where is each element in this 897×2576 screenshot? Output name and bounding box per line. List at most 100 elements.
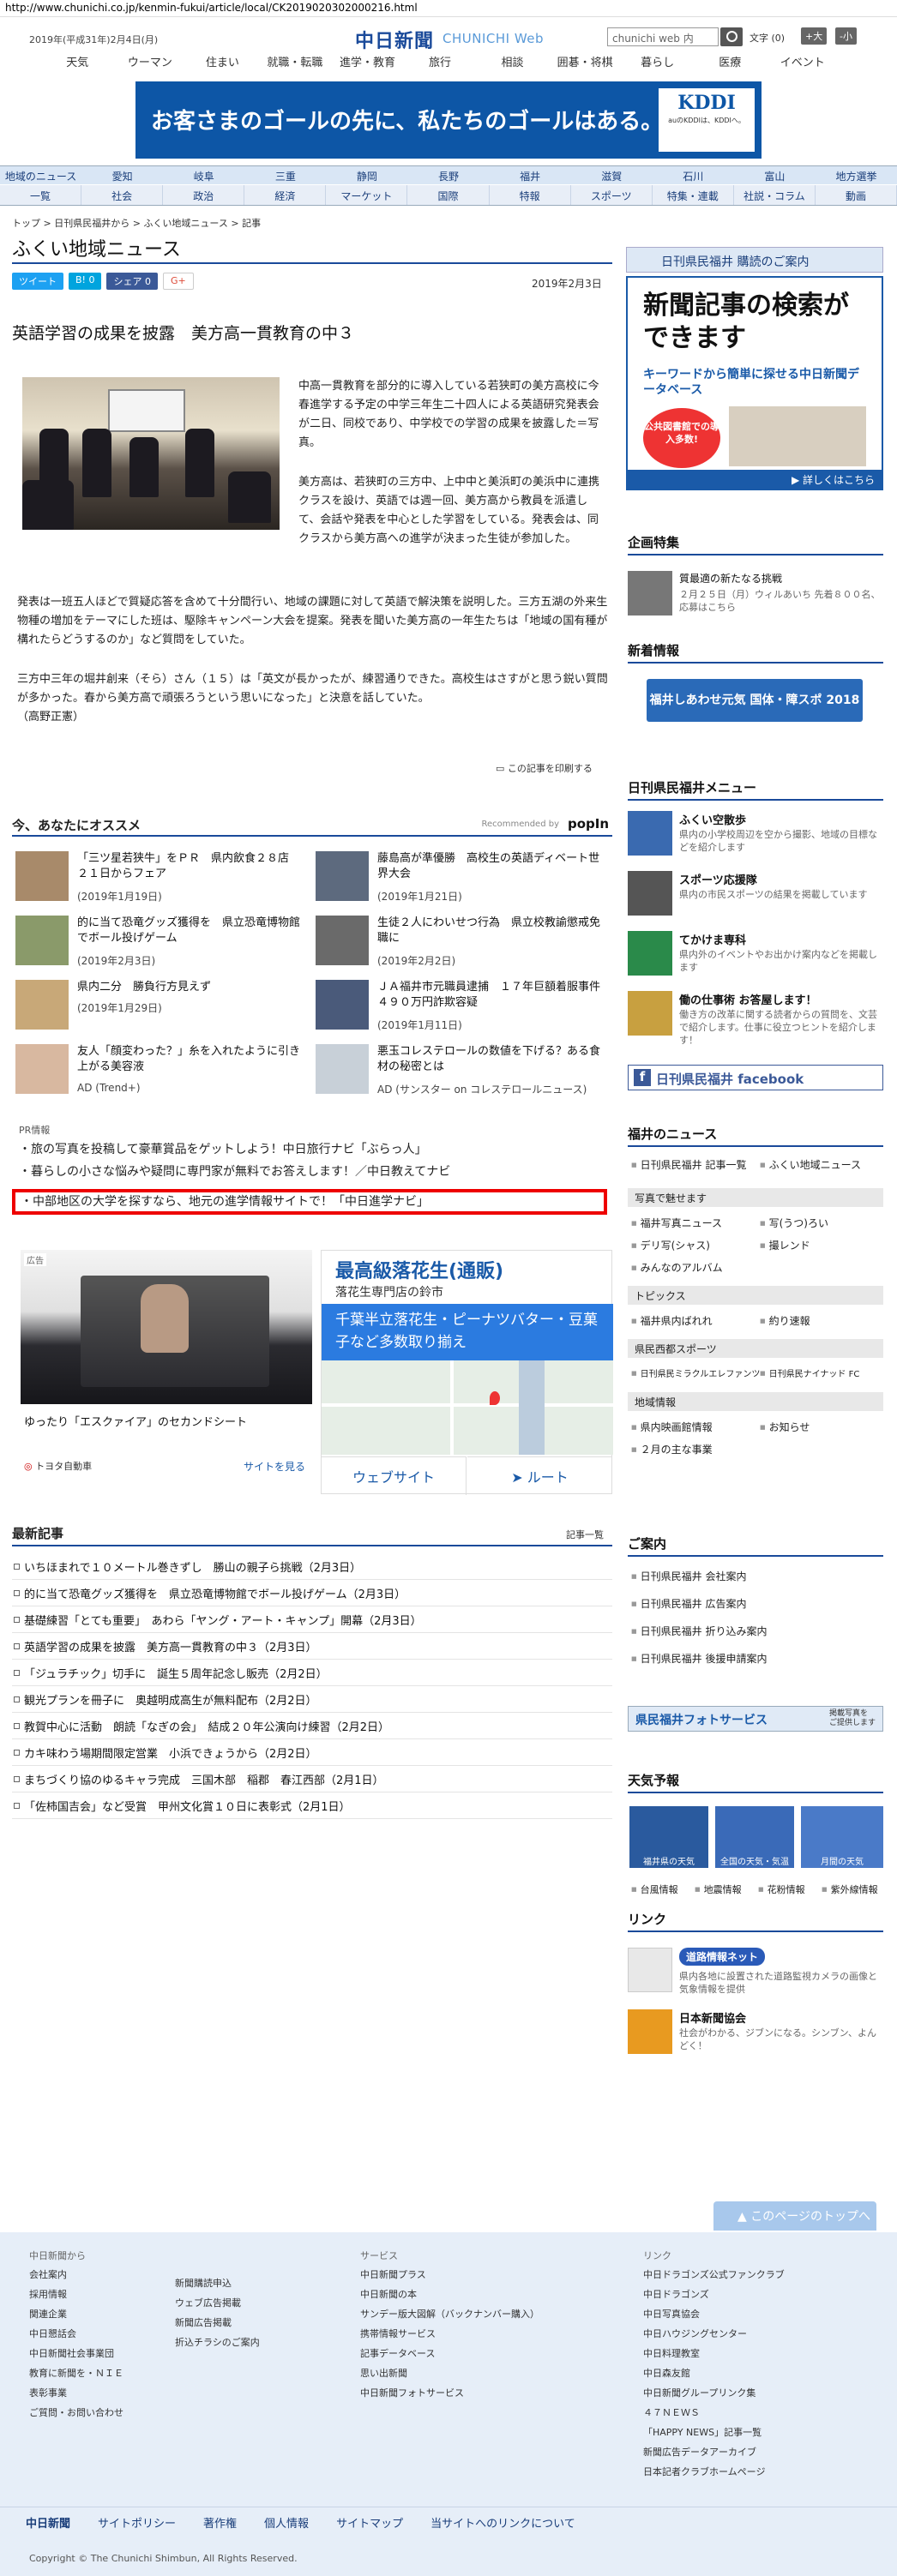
recommend-item[interactable]: 藤島高が準優勝 高校生の英語ディベート世界大会 (2019年1月21日): [316, 851, 616, 903]
footer-link[interactable]: 中日新聞グループリンク集: [643, 2383, 785, 2403]
footer-link[interactable]: 中日ドラゴンズ: [643, 2285, 785, 2304]
recommend-item[interactable]: 友人「顔変わった？」糸を入れたように引き上がる美容液 AD (Trend+): [15, 1044, 316, 1096]
category-item[interactable]: 特集・連載: [653, 185, 734, 205]
footer-logo[interactable]: 中日新聞: [26, 2514, 70, 2531]
guide-link[interactable]: 日刊県民福井 広告案内: [631, 1596, 747, 1611]
latest-item[interactable]: 「ジュラチック」切手に 誕生５周年記念し販売（2月2日）: [12, 1660, 612, 1686]
subscribe-banner[interactable]: 日刊県民福井 購読のご案内: [626, 247, 883, 273]
site-logo[interactable]: 中日新聞: [355, 26, 434, 53]
footer-link[interactable]: 中日懇話会: [29, 2324, 123, 2344]
nav-item[interactable]: 進学・教育: [331, 53, 404, 72]
footer-link[interactable]: 会社案内: [29, 2265, 123, 2285]
category-item[interactable]: 国際: [407, 185, 490, 205]
recommend-item[interactable]: 「三ツ星若狭牛」をＰＲ 県内飲食２８店 ２１日からフェア (2019年1月19日…: [15, 851, 316, 903]
region-item[interactable]: 滋賀: [571, 166, 653, 184]
footer-nav-link[interactable]: 当サイトへのリンクについて: [430, 2514, 575, 2531]
kikaku-item[interactable]: 質最適の新たなる挑戦 ２月２５日（月）ウィルあいち 先着８００名、応募はこちら: [628, 571, 885, 624]
footer-link[interactable]: 中日ハウジングセンター: [643, 2324, 785, 2344]
photo-link[interactable]: 写(うつ)ろい: [760, 1216, 828, 1230]
db-ad-more[interactable]: ▶ 詳しくはこちら: [628, 470, 882, 489]
search-input[interactable]: chunichi web 内: [607, 27, 719, 46]
breadcrumb[interactable]: トップ > 日刊県民福井から > ふくい地域ニュース > 記事: [12, 216, 261, 230]
back-to-top-button[interactable]: ▲ このページのトップへ: [713, 2201, 876, 2231]
photo-link[interactable]: デリ写(シャス): [631, 1238, 710, 1252]
search-icon[interactable]: [720, 27, 743, 46]
pr-link[interactable]: ・暮らしの小さな悩みや疑問に専門家が無料でお答えします！／中日教えてナビ: [19, 1162, 450, 1180]
news-link[interactable]: ふくい地域ニュース: [760, 1157, 861, 1172]
nav-item[interactable]: 医療: [694, 53, 767, 72]
kokutai-banner[interactable]: 福井しあわせ元気 国体・障スポ 2018: [647, 679, 863, 722]
latest-item[interactable]: 的に当て恐竜グッズ獲得を 県立恐竜博物館でボール投げゲーム（2月3日）: [12, 1580, 612, 1606]
latest-item[interactable]: 「佐柿国吉会」など受賞 甲州文化賞１０日に表彰式（2月1日）: [12, 1792, 612, 1819]
car-ad-image[interactable]: 広告: [21, 1250, 312, 1404]
latest-item[interactable]: 観光プランを冊子に 奥越明成高生が無料配布（2月2日）: [12, 1686, 612, 1713]
route-button[interactable]: ➤ ルート: [467, 1456, 612, 1495]
weather-link[interactable]: 地震情報: [695, 1882, 742, 1896]
weather-tile[interactable]: 全国の天気・気温: [715, 1806, 794, 1868]
nav-item[interactable]: イベント: [766, 53, 839, 72]
nav-item[interactable]: 囲碁・将棋: [549, 53, 622, 72]
footer-link[interactable]: 中日新聞の本: [360, 2285, 539, 2304]
facebook-share-button[interactable]: シェア 0: [106, 273, 158, 290]
latest-item[interactable]: 英語学習の成果を披露 美方高一貫教育の中３（2月3日）: [12, 1633, 612, 1660]
article-list-link[interactable]: 記事一覧: [566, 1528, 604, 1541]
info-link[interactable]: お知らせ: [760, 1420, 810, 1434]
facebook-link[interactable]: 日刊県民福井 facebook: [628, 1065, 883, 1090]
recommend-item[interactable]: 悪玉コレステロールの数値を下げる？ある食材の秘密とは AD (サンスター on …: [316, 1044, 616, 1096]
footer-nav-link[interactable]: 個人情報: [264, 2514, 309, 2531]
footer-link[interactable]: 新聞購読申込: [175, 2273, 260, 2293]
footer-link[interactable]: 中日新聞プラス: [360, 2265, 539, 2285]
menu-item[interactable]: てかけま専科 県内外のイベントやお出かけ案内などを掲載します: [628, 931, 885, 984]
footer-link[interactable]: ４７ＮＥＷＳ: [643, 2403, 785, 2423]
guide-link[interactable]: 日刊県民福井 後援申請案内: [631, 1651, 768, 1666]
news-link[interactable]: 日刊県民福井 記事一覧: [631, 1157, 747, 1172]
region-item[interactable]: 三重: [244, 166, 326, 184]
sports-link[interactable]: 日刊県民ナイナッド FC: [760, 1366, 860, 1379]
hatena-button[interactable]: B! 0: [69, 273, 102, 290]
nav-item[interactable]: 相談: [476, 53, 549, 72]
footer-link[interactable]: 携帯情報サービス: [360, 2324, 539, 2344]
category-item[interactable]: 一覧: [0, 185, 82, 205]
latest-item[interactable]: 基礎練習「とても重要」 あわら「ヤング・アート・キャンプ」開幕（2月3日）: [12, 1606, 612, 1633]
footer-link[interactable]: 中日ドラゴンズ公式ファンクラブ: [643, 2265, 785, 2285]
photo-link[interactable]: 福井写真ニュース: [631, 1216, 722, 1230]
nav-item[interactable]: 旅行: [404, 53, 477, 72]
footer-link[interactable]: 記事データベース: [360, 2344, 539, 2363]
footer-link[interactable]: 関連企業: [29, 2304, 123, 2324]
info-link[interactable]: 県内映画館情報: [631, 1420, 713, 1434]
latest-item[interactable]: まちづくり協のゆるキャラ完成 三国木部 稲郡 春江西部（2月1日）: [12, 1766, 612, 1792]
category-item[interactable]: 経済: [244, 185, 327, 205]
footer-link[interactable]: 中日新聞社会事業団: [29, 2344, 123, 2363]
photo-link[interactable]: みんなのアルバム: [631, 1260, 723, 1275]
nav-item[interactable]: 就職・転職: [259, 53, 332, 72]
gplus-button[interactable]: G+: [162, 273, 194, 290]
footer-nav-link[interactable]: 著作権: [203, 2514, 237, 2531]
footer-link[interactable]: ご質問・お問い合わせ: [29, 2403, 123, 2423]
car-site-link[interactable]: サイトを見る: [244, 1459, 305, 1474]
kddi-banner-ad[interactable]: お客さまのゴールの先に、私たちのゴールはある。 KDDI auのKDDIは、KD…: [135, 81, 762, 159]
footer-link[interactable]: 日本記者クラブホームページ: [643, 2462, 785, 2482]
recommend-item[interactable]: ＪＡ福井市元職員逮捕 １７年巨額着服事件 ４９０万円詐欺容疑 (2019年1月1…: [316, 980, 616, 1031]
region-item[interactable]: 岐阜: [163, 166, 244, 184]
link-item[interactable]: 日本新聞協会 社会がわかる、ジブンになる。シンブン、よんどく！: [628, 2009, 885, 2063]
guide-link[interactable]: 日刊県民福井 会社案内: [631, 1569, 747, 1583]
guide-link[interactable]: 日刊県民福井 折り込み案内: [631, 1624, 768, 1638]
footer-link[interactable]: 中日料理教室: [643, 2344, 785, 2363]
car-caption[interactable]: ゆったり「エスクァイア」のセカンドシート: [24, 1413, 247, 1429]
category-item[interactable]: 特報: [490, 185, 571, 205]
display-ad[interactable]: 広告 ゆったり「エスクァイア」のセカンドシート ◎ トヨタ自動車 サイトを見る …: [21, 1250, 613, 1495]
region-item[interactable]: 長野: [407, 166, 489, 184]
info-link[interactable]: ２月の主な事業: [631, 1442, 713, 1456]
footer-link[interactable]: 教育に新聞を・ＮＩＥ: [29, 2363, 123, 2383]
nav-item[interactable]: 天気: [41, 53, 114, 72]
category-item[interactable]: 政治: [163, 185, 245, 205]
footer-link[interactable]: 新聞広告掲載: [175, 2313, 260, 2333]
footer-link[interactable]: 採用情報: [29, 2285, 123, 2304]
font-small-button[interactable]: -小: [835, 27, 857, 45]
print-link[interactable]: ▭ この記事を印刷する: [496, 761, 593, 775]
recommend-item[interactable]: 生徒２人にわいせつ行為 県立校教諭懲戒免職に (2019年2月2日): [316, 916, 616, 967]
category-item[interactable]: 社説・コラム: [734, 185, 816, 205]
recommend-item[interactable]: 県内二分 勝負行方見えず (2019年1月29日): [15, 980, 316, 1031]
sports-link[interactable]: 日刊県民ミラクルエレファンツ: [631, 1366, 761, 1379]
photo-link[interactable]: 撮レンド: [760, 1238, 810, 1252]
